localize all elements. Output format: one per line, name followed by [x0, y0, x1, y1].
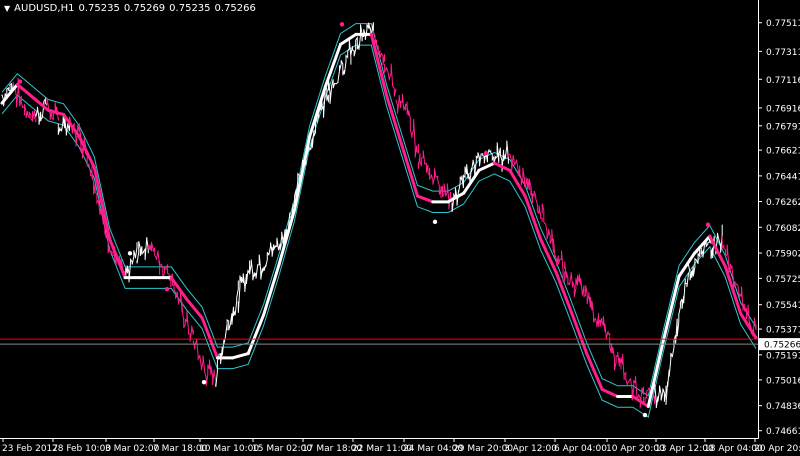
- trend-segment: [246, 313, 266, 356]
- trend-segment: [462, 168, 481, 195]
- signal-dot: [339, 22, 345, 27]
- price-segment: [226, 280, 239, 331]
- x-tick-label: 3 Apr 12:00: [504, 444, 557, 454]
- price-segment: [24, 104, 37, 123]
- price-segment: [395, 93, 408, 114]
- trend-segment: [415, 194, 435, 204]
- y-tick-label: 0.77311: [766, 48, 800, 58]
- y-axis-ticks: 0.77511 0.77311 0.77116 0.76916 0.76791 0.766…: [758, 19, 800, 437]
- x-tick-label: 10 Mar 10:00: [199, 444, 259, 454]
- price-segment: [147, 241, 161, 275]
- trend-segment: [108, 237, 127, 280]
- x-tick-label: 28 Feb 10:00: [52, 444, 111, 454]
- y-tick-label: 0.75191: [766, 351, 800, 361]
- signal-dot: [17, 79, 23, 84]
- y-tick-label: 0.76082: [766, 224, 800, 234]
- y-tick-label: 0.76916: [766, 104, 800, 114]
- price-segment: [237, 260, 251, 313]
- x-tick-label: 20 Apr 20:00: [754, 444, 800, 454]
- channel-lower-line: [1, 44, 757, 419]
- price-segment: [204, 359, 217, 387]
- y-tick-label: 0.74836: [766, 402, 800, 412]
- trend-segment: [339, 32, 358, 46]
- price-segment: [575, 273, 588, 304]
- price-segment: [249, 254, 262, 281]
- y-tick-label: 0.75541: [766, 301, 800, 311]
- chart-header: ▼ AUDUSD,H1 0.75235 0.75269 0.75235 0.75…: [4, 3, 256, 14]
- price-segment: [597, 313, 611, 340]
- current-price-label: 0.75266: [759, 338, 800, 351]
- trend-segment: [15, 82, 35, 99]
- trend-segment: [585, 352, 604, 391]
- y-tick-label: 0.76441: [766, 172, 800, 182]
- dropdown-triangle-icon[interactable]: ▼: [4, 4, 10, 13]
- price-segment: [136, 237, 149, 264]
- trend-segment: [231, 352, 250, 360]
- ohlc-high: 0.75269: [123, 3, 166, 14]
- trend-segment: [569, 310, 589, 356]
- trend-line: [0, 32, 758, 409]
- y-tick-label: 0.76791: [766, 122, 800, 132]
- x-tick-label: 23 Feb 2017: [2, 444, 58, 454]
- signal-dots: [17, 22, 711, 418]
- channel-upper-line: [1, 23, 757, 397]
- signal-dot: [705, 222, 711, 227]
- trend-segment: [308, 85, 327, 138]
- channel-bands: [1, 23, 757, 419]
- price-segment: [406, 106, 419, 158]
- price-segment: [654, 384, 667, 409]
- price-segment: [485, 146, 498, 165]
- signal-dot: [483, 150, 489, 156]
- signal-dot: [201, 379, 207, 385]
- y-tick-label: 0.76621: [766, 147, 800, 157]
- price-segment: [429, 167, 442, 198]
- trend-segment: [262, 263, 281, 317]
- trend-segment: [185, 297, 204, 320]
- price-segment: [440, 183, 453, 210]
- trend-segment: [292, 134, 312, 212]
- price-segment: [609, 336, 622, 371]
- trend-segment: [477, 161, 496, 172]
- price-segment: [564, 261, 577, 297]
- y-tick-label: 0.76262: [766, 198, 800, 208]
- y-tick-label: 0.77511: [766, 19, 800, 29]
- current-price-text: 0.75266: [764, 341, 800, 351]
- signal-dot: [127, 251, 133, 256]
- y-tick-label: 0.75016: [766, 376, 800, 386]
- trend-segment: [200, 316, 219, 360]
- price-chart[interactable]: 0.77511 0.77311 0.77116 0.76916 0.76791 0.766…: [0, 0, 800, 456]
- price-segment: [159, 260, 172, 288]
- price-segment: [586, 292, 599, 328]
- price-segment: [620, 353, 633, 400]
- price-series: [1, 22, 757, 409]
- x-tick-label: 3 Mar 02:00: [105, 444, 160, 454]
- price-segment: [350, 24, 363, 57]
- trend-segment: [600, 387, 620, 398]
- symbol-label: AUDUSD,H1: [14, 3, 75, 14]
- ohlc-open: 0.75235: [78, 3, 120, 14]
- price-segment: [417, 150, 431, 177]
- signal-dot: [642, 412, 648, 418]
- x-axis-ticks: 23 Feb 201728 Feb 10:003 Mar 02:007 Mar …: [2, 438, 800, 454]
- y-tick-label: 0.75902: [766, 250, 800, 260]
- trend-segment: [554, 270, 573, 314]
- x-tick-label: 6 Apr 04:00: [554, 444, 607, 454]
- y-tick-label: 0.77116: [766, 76, 800, 86]
- signal-dot: [164, 286, 170, 292]
- price-segment: [260, 242, 273, 280]
- y-tick-label: 0.75371: [766, 326, 800, 336]
- y-tick-label: 0.74661: [766, 427, 800, 437]
- signal-dot: [432, 219, 438, 225]
- price-segment: [192, 338, 206, 371]
- y-tick-label: 0.75725: [766, 275, 800, 285]
- ohlc-low: 0.75235: [169, 3, 211, 14]
- ohlc-close: 0.75266: [214, 3, 256, 14]
